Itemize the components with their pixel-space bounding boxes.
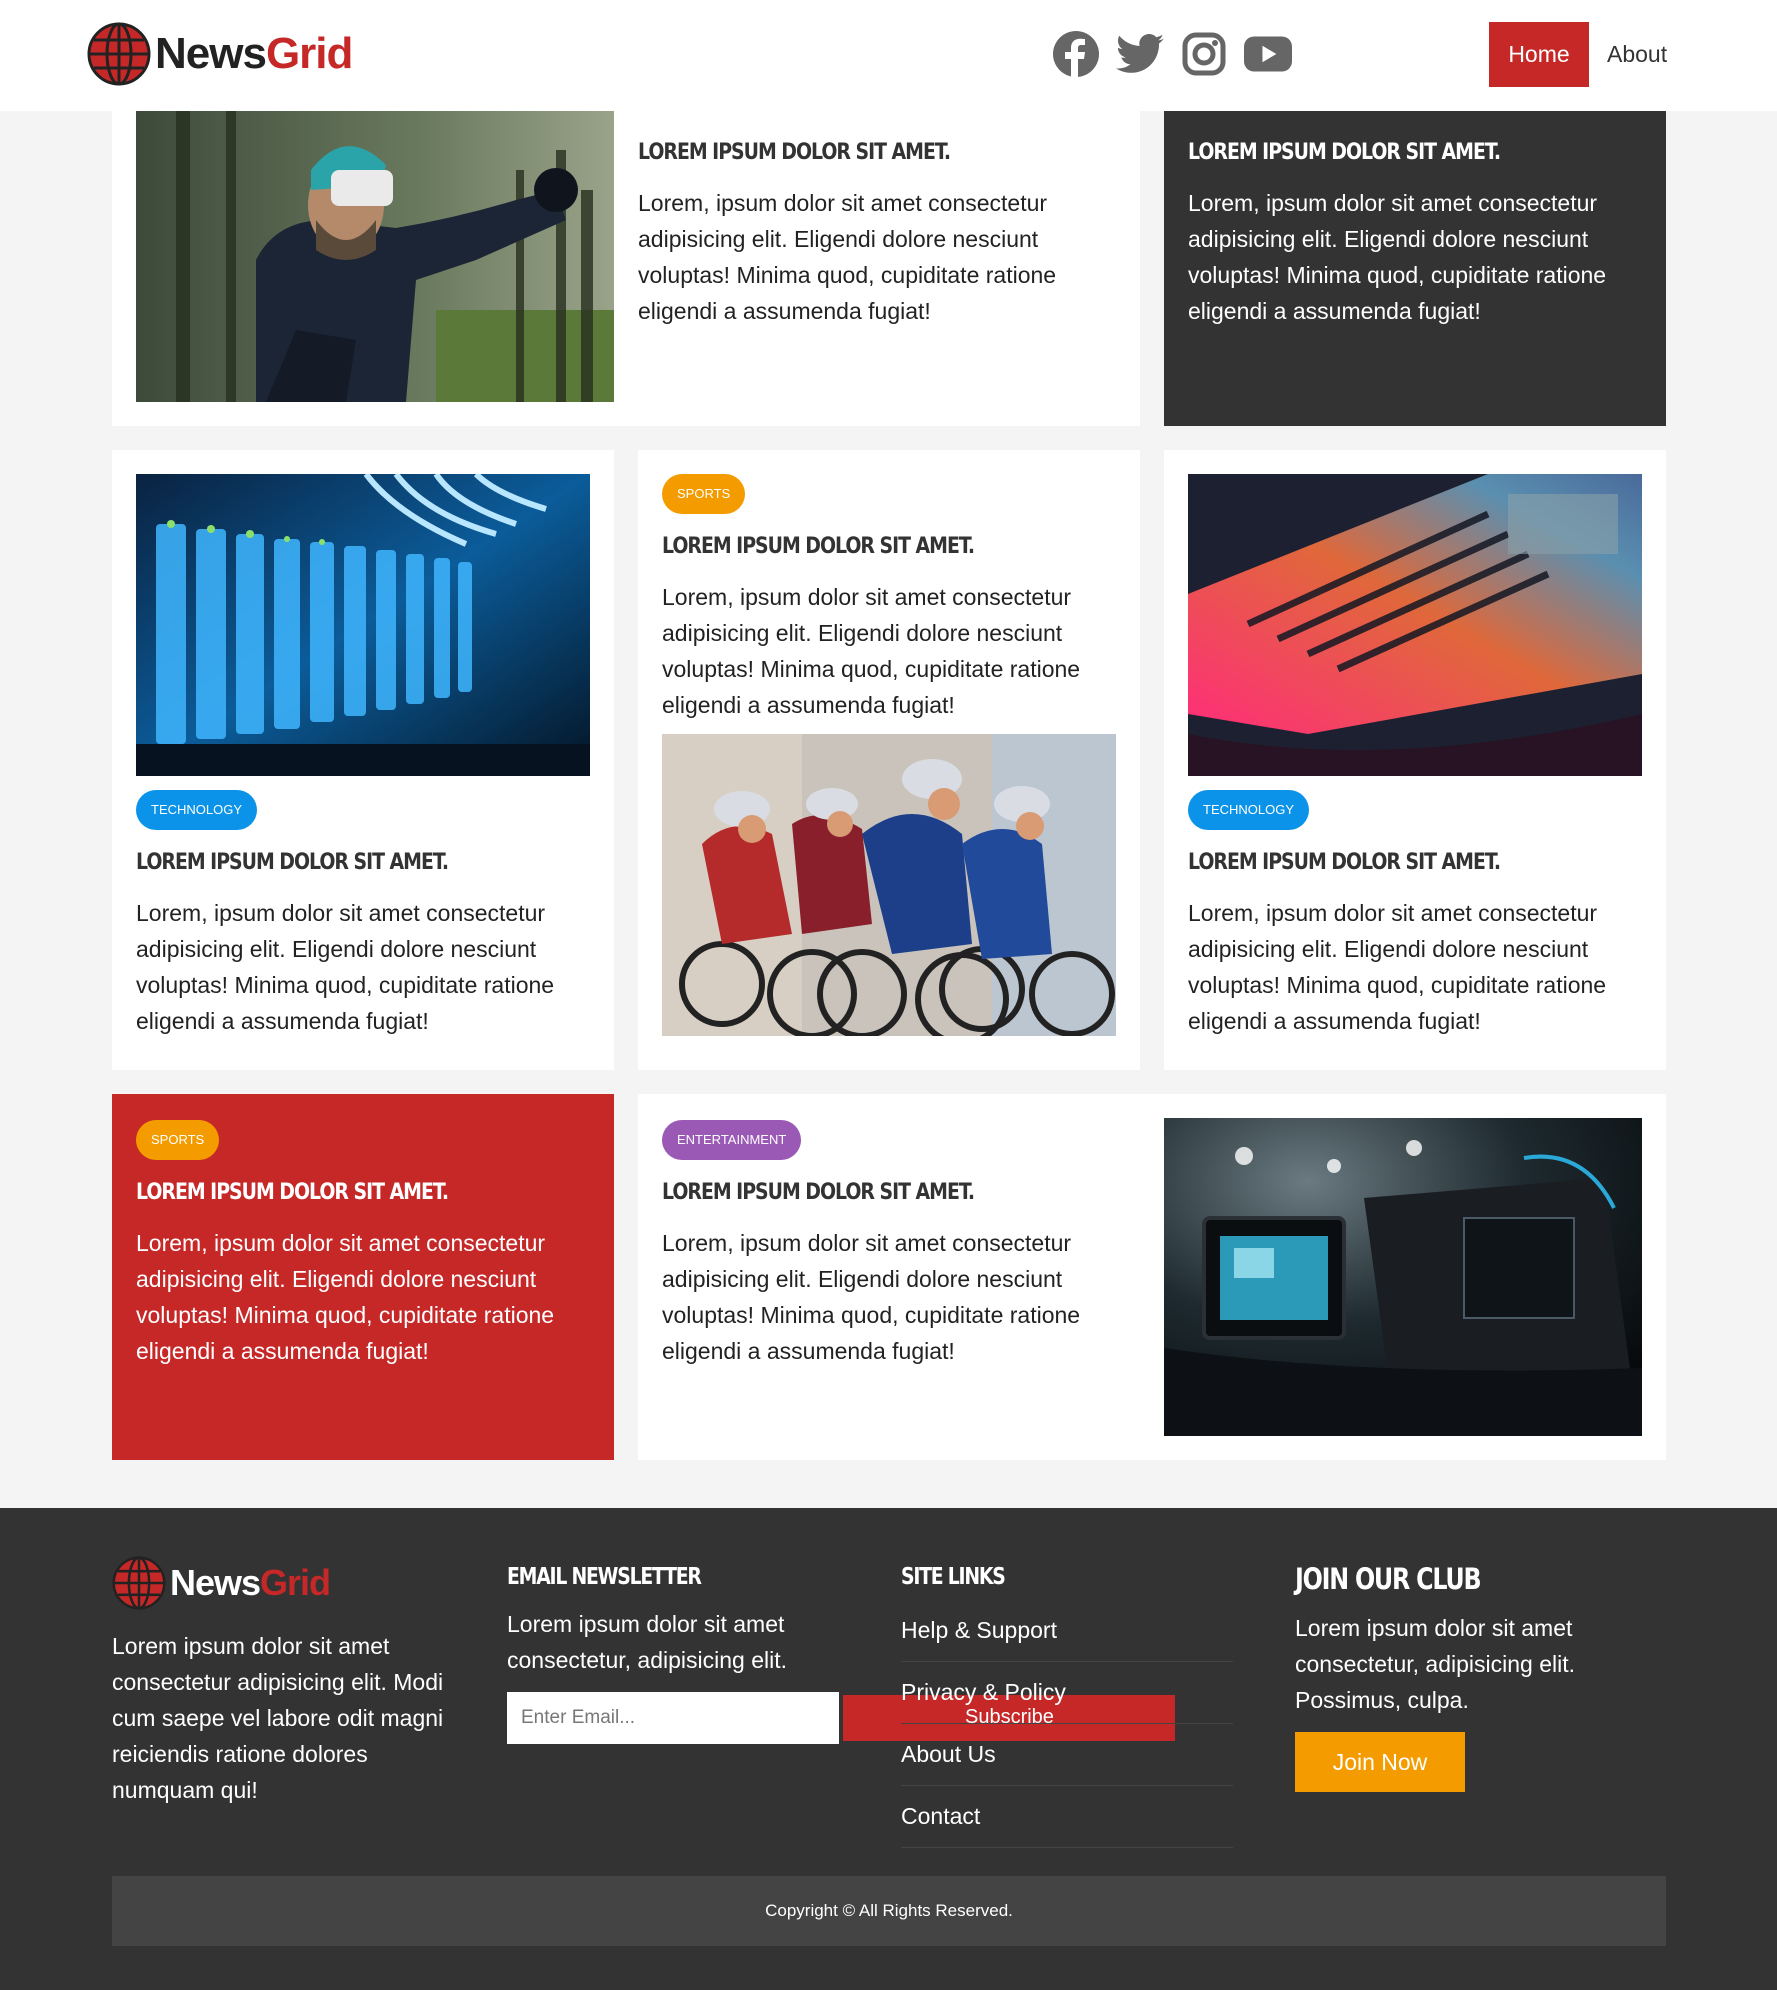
footer-site-links: SITE LINKS Help & Support Privacy & Poli… [901, 1564, 1233, 1848]
logo-text-grid: Grid [265, 29, 353, 78]
card-title[interactable]: LOREM IPSUM DOLOR SIT AMET. [136, 850, 532, 875]
article-card-technology-2[interactable]: TECHNOLOGY LOREM IPSUM DOLOR SIT AMET. L… [1164, 450, 1666, 1070]
globe-icon [112, 1556, 166, 1610]
globe-icon [87, 22, 151, 86]
article-card-vr[interactable]: LOREM IPSUM DOLOR SIT AMET. Lorem, ipsum… [112, 80, 1140, 426]
twitter-icon[interactable] [1116, 29, 1164, 79]
category-badge[interactable]: TECHNOLOGY [1188, 790, 1310, 830]
card-body: Lorem, ipsum dolor sit amet consectetur … [136, 1230, 555, 1364]
article-card-entertainment[interactable]: ENTERTAINMENT LOREM IPSUM DOLOR SIT AMET… [638, 1094, 1666, 1460]
laptop-keyboard-photo [1188, 474, 1642, 776]
footer-link-contact[interactable]: Contact [901, 1786, 1233, 1848]
card-title[interactable]: LOREM IPSUM DOLOR SIT AMET. [1188, 850, 1584, 875]
card-body: Lorem, ipsum dolor sit amet consectetur … [638, 190, 1057, 324]
card-body: Lorem, ipsum dolor sit amet consectetur … [1188, 190, 1607, 324]
card-title[interactable]: LOREM IPSUM DOLOR SIT AMET. [662, 1180, 1058, 1205]
copyright-bar: Copyright © All Rights Reserved. [112, 1876, 1666, 1946]
copyright-text: Copyright © All Rights Reserved. [765, 1901, 1013, 1920]
footer-about-text: Lorem ipsum dolor sit amet consectetur a… [112, 1633, 444, 1803]
site-logo[interactable]: NewsGrid [87, 22, 353, 86]
video-camera-photo [1164, 1118, 1642, 1436]
article-card-sports-red[interactable]: SPORTS LOREM IPSUM DOLOR SIT AMET. Lorem… [112, 1094, 614, 1460]
youtube-icon[interactable] [1244, 29, 1292, 79]
card-body: Lorem, ipsum dolor sit amet consectetur … [1188, 900, 1607, 1034]
newsletter-text: Lorem ipsum dolor sit amet consectetur, … [507, 1611, 787, 1673]
logo-text-grid: Grid [260, 1562, 331, 1603]
card-body: Lorem, ipsum dolor sit amet consectetur … [662, 584, 1081, 718]
main-nav: Home About [1489, 22, 1667, 87]
site-header: NewsGrid Home About [0, 0, 1777, 111]
facebook-icon[interactable] [1052, 29, 1100, 79]
card-title[interactable]: LOREM IPSUM DOLOR SIT AMET. [1188, 140, 1584, 165]
vr-headset-photo [136, 110, 614, 402]
article-card-technology[interactable]: TECHNOLOGY LOREM IPSUM DOLOR SIT AMET. L… [112, 450, 614, 1070]
email-field[interactable] [507, 1692, 839, 1744]
category-badge[interactable]: SPORTS [662, 474, 746, 514]
nav-about[interactable]: About [1607, 41, 1667, 68]
category-badge[interactable]: SPORTS [136, 1120, 220, 1160]
social-links [1052, 29, 1292, 79]
join-now-button[interactable]: Join Now [1295, 1732, 1465, 1792]
category-badge[interactable]: TECHNOLOGY [136, 790, 258, 830]
footer-link-help[interactable]: Help & Support [901, 1600, 1233, 1662]
card-body: Lorem, ipsum dolor sit amet consectetur … [136, 900, 555, 1034]
logo-text-news: News [170, 1562, 261, 1603]
article-card-dark[interactable]: LOREM IPSUM DOLOR SIT AMET. Lorem, ipsum… [1164, 80, 1666, 426]
article-card-sports[interactable]: SPORTS LOREM IPSUM DOLOR SIT AMET. Lorem… [638, 450, 1140, 1070]
footer-link-about[interactable]: About Us [901, 1724, 1233, 1786]
club-text: Lorem ipsum dolor sit amet consectetur, … [1295, 1615, 1575, 1713]
footer-link-privacy[interactable]: Privacy & Policy [901, 1662, 1233, 1724]
cyclists-photo [662, 734, 1116, 1036]
footer-about: NewsGrid Lorem ipsum dolor sit amet cons… [112, 1556, 462, 1808]
card-title[interactable]: LOREM IPSUM DOLOR SIT AMET. [638, 140, 1034, 165]
instagram-icon[interactable] [1180, 29, 1228, 79]
club-heading: JOIN OUR CLUB [1295, 1562, 1482, 1596]
server-rack-photo [136, 474, 590, 776]
card-title[interactable]: LOREM IPSUM DOLOR SIT AMET. [662, 534, 1058, 559]
logo-text-news: News [155, 29, 267, 78]
footer-club: JOIN OUR CLUB Lorem ipsum dolor sit amet… [1295, 1562, 1615, 1792]
footer-logo[interactable]: NewsGrid [112, 1556, 462, 1610]
nav-home[interactable]: Home [1489, 22, 1589, 87]
card-body: Lorem, ipsum dolor sit amet consectetur … [662, 1230, 1081, 1364]
card-title[interactable]: LOREM IPSUM DOLOR SIT AMET. [136, 1180, 532, 1205]
category-badge[interactable]: ENTERTAINMENT [662, 1120, 802, 1160]
site-links-heading: SITE LINKS [901, 1564, 1006, 1590]
